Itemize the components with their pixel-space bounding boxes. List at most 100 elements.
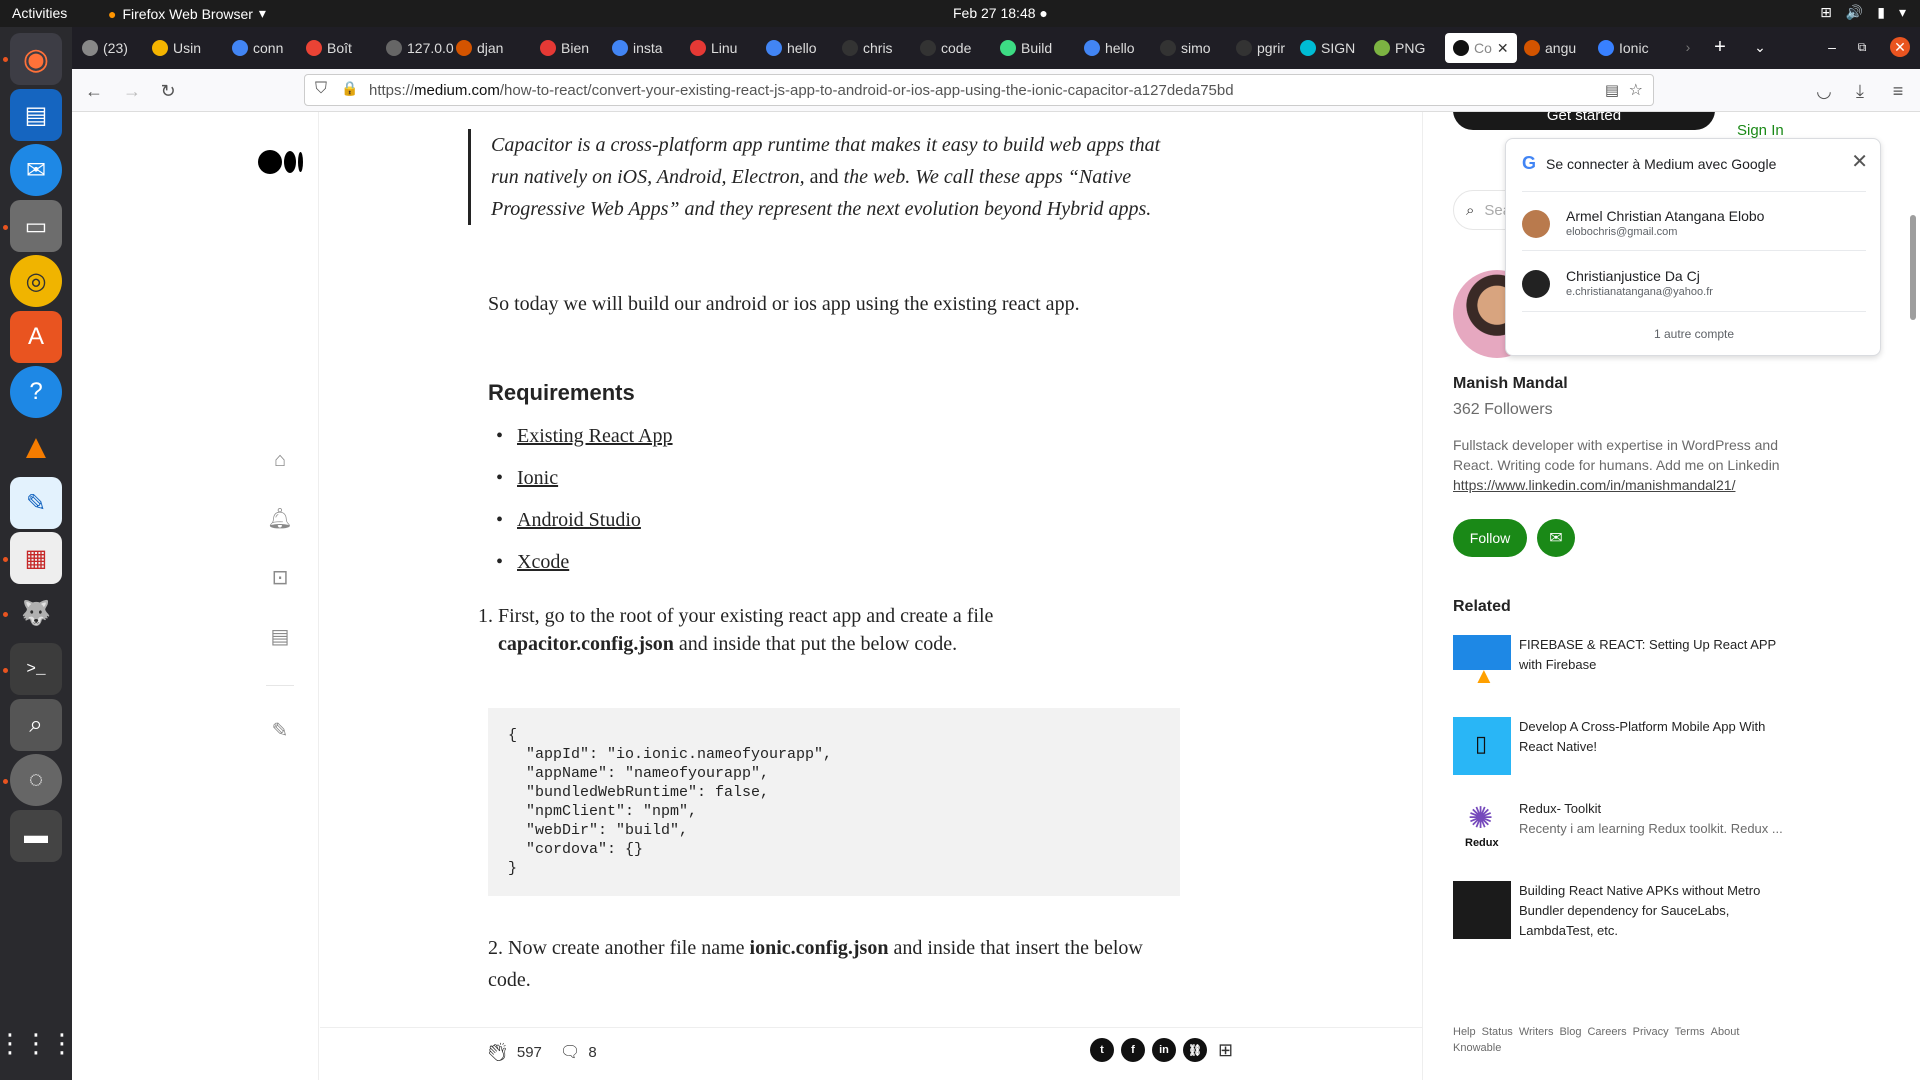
tab[interactable]: conn	[232, 33, 283, 63]
related-item[interactable]: ▲ FIREBASE & REACT: Setting Up React APP…	[1453, 635, 1783, 695]
list-item[interactable]: Existing React App	[488, 415, 673, 457]
footer-link[interactable]: Blog	[1559, 1026, 1581, 1038]
footer-link[interactable]: Privacy	[1633, 1026, 1669, 1038]
footer-link[interactable]: Careers	[1587, 1026, 1626, 1038]
list-item[interactable]: Xcode	[488, 541, 673, 583]
tab[interactable]: simo	[1160, 33, 1211, 63]
footer-link[interactable]: Knowable	[1453, 1042, 1501, 1054]
linkedin-link[interactable]: https://www.linkedin.com/in/manishmandal…	[1453, 477, 1735, 493]
footer-link[interactable]: Help	[1453, 1026, 1476, 1038]
writer-dock-icon[interactable]: ▤	[10, 89, 62, 141]
tab[interactable]: Build	[1000, 33, 1052, 63]
restore-icon[interactable]: ⧉	[1850, 35, 1874, 59]
help-dock-icon[interactable]: ?	[10, 366, 62, 418]
text-editor-dock-icon[interactable]: ✎	[10, 477, 62, 529]
tab[interactable]: SIGN	[1300, 33, 1355, 63]
lists-bookmark-icon[interactable]: ⊡	[267, 564, 293, 590]
linkedin-share-icon[interactable]: in	[1152, 1038, 1176, 1062]
files-dock-icon[interactable]: ▭	[10, 200, 62, 252]
follower-count[interactable]: 362 Followers	[1453, 401, 1553, 419]
tab[interactable]: insta	[612, 33, 663, 63]
software-dock-icon[interactable]: A	[10, 311, 62, 363]
activities-button[interactable]: Activities	[12, 5, 67, 21]
system-tray[interactable]: ⊞ 🔊 ▮ ▾	[1820, 4, 1906, 21]
tab[interactable]: chris	[842, 33, 893, 63]
list-item[interactable]: Ionic	[488, 457, 673, 499]
notifications-bell-icon[interactable]: 🔔︎	[267, 505, 293, 531]
google-account-option[interactable]: Christianjustice Da Cj e.christianatanga…	[1522, 252, 1866, 312]
clap-button[interactable]: 👏︎ 597	[486, 1042, 542, 1063]
tab[interactable]: Co ✕	[1445, 33, 1517, 63]
vlc-dock-icon[interactable]: ▲	[10, 421, 62, 473]
tab[interactable]: Bien	[540, 33, 589, 63]
sign-in-link[interactable]: Sign In	[1737, 122, 1784, 139]
pocket-icon[interactable]: ◡	[1812, 79, 1836, 103]
menu-icon[interactable]: ≡	[1886, 79, 1910, 103]
back-icon[interactable]: ←	[82, 79, 106, 103]
firefox-dock-icon[interactable]: ◉	[10, 33, 62, 85]
medium-logo[interactable]	[258, 150, 303, 174]
tracking-protection-icon[interactable]: ⛉	[315, 80, 327, 98]
related-item[interactable]: Building React Native APKs without Metro…	[1453, 881, 1783, 941]
footer-link[interactable]: Status	[1482, 1026, 1513, 1038]
rhythmbox-dock-icon[interactable]: ◎	[10, 255, 62, 307]
close-window-icon[interactable]: ✕	[1890, 37, 1910, 57]
drive-dock-icon[interactable]: ▬	[10, 810, 62, 862]
tab[interactable]: hello	[1084, 33, 1135, 63]
close-icon[interactable]: ✕	[1851, 149, 1868, 174]
tab[interactable]: Linu	[690, 33, 737, 63]
tab[interactable]: Boît	[306, 33, 352, 63]
facebook-share-icon[interactable]: f	[1121, 1038, 1145, 1062]
show-apps-icon[interactable]: ⋮⋮⋮	[0, 1017, 75, 1069]
more-accounts-link[interactable]: 1 autre compte	[1506, 327, 1882, 341]
footer-link[interactable]: About	[1711, 1026, 1740, 1038]
terminal-dock-icon[interactable]: >_	[10, 643, 62, 695]
page-scrollbar[interactable]	[1910, 215, 1916, 320]
search-dock-icon[interactable]: ⌕	[10, 699, 62, 751]
clock[interactable]: Feb 27 18:48 ●	[953, 5, 1048, 21]
new-tab-icon[interactable]: +	[1708, 35, 1732, 59]
google-account-option[interactable]: Armel Christian Atangana Elobo elobochri…	[1522, 191, 1866, 251]
tab[interactable]: hello	[766, 33, 817, 63]
downloads-icon[interactable]: ⤓	[1848, 79, 1872, 103]
tab[interactable]: Usin	[152, 33, 201, 63]
document-viewer-dock-icon[interactable]: ▦	[10, 532, 62, 584]
close-tab-icon[interactable]: ✕	[1497, 40, 1509, 57]
url-bar[interactable]: ⛉ 🔒 https://medium.com/how-to-react/conv…	[304, 74, 1654, 106]
minimize-icon[interactable]: –	[1820, 35, 1844, 59]
twitter-share-icon[interactable]: t	[1090, 1038, 1114, 1062]
footer-link[interactable]: Terms	[1675, 1026, 1705, 1038]
save-bookmark-icon[interactable]: ⊞	[1218, 1040, 1233, 1061]
stories-icon[interactable]: ▤	[267, 623, 293, 649]
tab[interactable]: Ionic	[1598, 33, 1649, 63]
tab-scroll-right-icon[interactable]: ›	[1676, 35, 1700, 59]
disc-dock-icon[interactable]: ◌	[10, 754, 62, 806]
app-menu[interactable]: ● Firefox Web Browser ▾	[108, 5, 266, 22]
reader-view-icon[interactable]: ▤	[1605, 81, 1619, 99]
responses-button[interactable]: 🗨︎ 8	[560, 1042, 597, 1062]
tab[interactable]: angu	[1524, 33, 1576, 63]
get-started-button[interactable]: Get started	[1453, 112, 1715, 130]
tab[interactable]: (23)	[82, 33, 128, 63]
author-name[interactable]: Manish Mandal	[1453, 375, 1568, 393]
tab[interactable]: pgrir	[1236, 33, 1285, 63]
bookmark-star-icon[interactable]: ☆	[1629, 80, 1643, 100]
reload-icon[interactable]: ↻	[156, 79, 180, 103]
gimp-dock-icon[interactable]: 🐺	[10, 587, 62, 639]
footer-link[interactable]: Writers	[1519, 1026, 1554, 1038]
tab[interactable]: 127.0.0	[386, 33, 454, 63]
lock-icon[interactable]: 🔒	[341, 80, 358, 97]
tab[interactable]: PNG	[1374, 33, 1425, 63]
related-item[interactable]: ▯ Develop A Cross-Platform Mobile App Wi…	[1453, 717, 1783, 777]
follow-button[interactable]: Follow	[1453, 519, 1527, 557]
forward-icon[interactable]: →	[120, 79, 144, 103]
tab[interactable]: djan	[456, 33, 503, 63]
thunderbird-dock-icon[interactable]: ✉	[10, 144, 62, 196]
list-all-tabs-icon[interactable]: ⌄	[1748, 35, 1772, 59]
tab[interactable]: code	[920, 33, 971, 63]
subscribe-email-icon[interactable]: ✉	[1537, 519, 1575, 557]
list-item[interactable]: Android Studio	[488, 499, 673, 541]
write-icon[interactable]: ✎	[267, 717, 293, 743]
home-icon[interactable]: ⌂	[267, 447, 293, 473]
copy-link-icon[interactable]: ⛓	[1183, 1038, 1207, 1062]
